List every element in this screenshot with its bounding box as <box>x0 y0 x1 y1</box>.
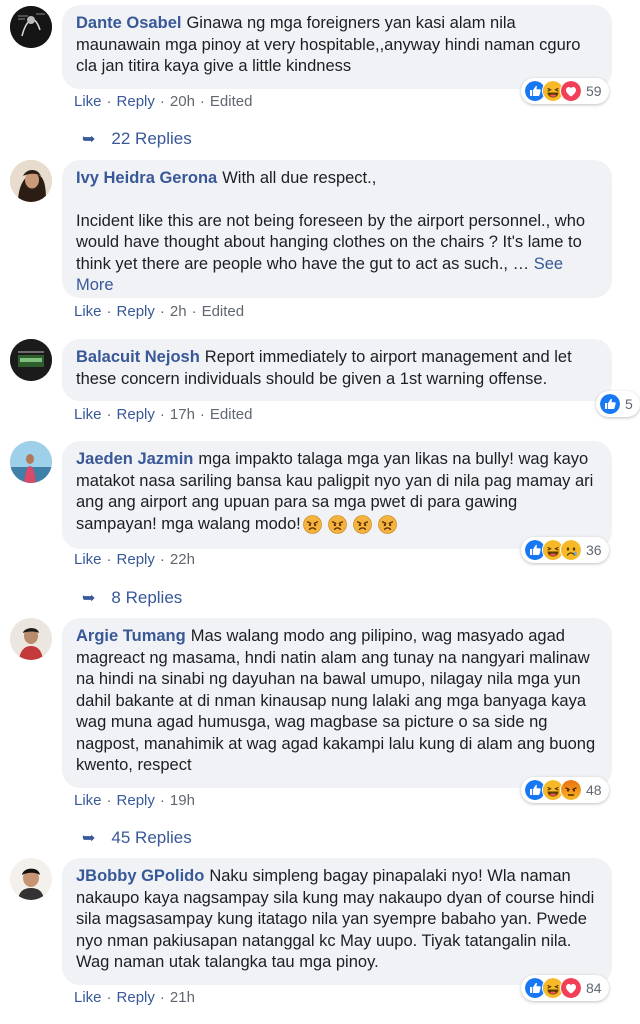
reactions-summary[interactable]: 36 <box>521 537 609 563</box>
comment-bubble: Jaeden Jazmin mga impakto talaga mga yan … <box>62 441 612 549</box>
like-link[interactable]: Like <box>74 303 102 320</box>
emoji-group <box>303 515 403 534</box>
comment-actions: Like · Reply · 21h <box>74 989 195 1006</box>
commenter-name[interactable]: Jaeden Jazmin <box>76 450 193 468</box>
reaction-count: 84 <box>586 980 602 996</box>
reply-link[interactable]: Reply <box>117 792 155 809</box>
timestamp[interactable]: 21h <box>170 989 195 1006</box>
view-replies-link[interactable]: ➥ 22 Replies <box>82 127 192 151</box>
avatar[interactable] <box>10 160 52 202</box>
replies-label: 8 Replies <box>111 588 183 607</box>
timestamp[interactable]: 17h <box>170 406 195 423</box>
reply-arrow-icon: ➥ <box>82 131 96 148</box>
avatar[interactable] <box>10 618 52 660</box>
reply-link[interactable]: Reply <box>117 303 155 320</box>
replies-label: 45 Replies <box>111 828 192 847</box>
comment-text: Mas walang modo ang pilipino, wag masyad… <box>76 627 596 774</box>
reply-link[interactable]: Reply <box>117 406 155 423</box>
timestamp[interactable]: 20h <box>170 93 195 110</box>
comment-actions: Like · Reply · 2h · Edited <box>74 303 245 320</box>
commenter-name[interactable]: JBobby GPolido <box>76 867 204 885</box>
like-link[interactable]: Like <box>74 989 102 1006</box>
commenter-name[interactable]: Balacuit Nejosh <box>76 348 200 366</box>
like-link[interactable]: Like <box>74 93 102 110</box>
love-icon <box>560 977 582 999</box>
comment-bubble: Dante Osabel Ginawa ng mga foreigners yan… <box>62 5 612 89</box>
reaction-count: 59 <box>586 83 602 99</box>
love-icon <box>560 80 582 102</box>
reactions-summary[interactable]: 84 <box>521 975 609 1001</box>
commenter-name[interactable]: Argie Tumang <box>76 627 186 645</box>
reply-link[interactable]: Reply <box>117 93 155 110</box>
commenter-name[interactable]: Ivy Heidra Gerona <box>76 169 217 187</box>
avatar[interactable] <box>10 6 52 48</box>
angry-emoji <box>353 515 372 534</box>
avatar[interactable] <box>10 339 52 381</box>
commenter-name[interactable]: Dante Osabel <box>76 14 181 32</box>
like-icon <box>599 393 621 415</box>
like-link[interactable]: Like <box>74 551 102 568</box>
reactions-summary[interactable]: 48 <box>521 777 609 803</box>
view-replies-link[interactable]: ➥ 45 Replies <box>82 826 192 850</box>
sad-icon <box>560 539 582 561</box>
comment-bubble: Argie Tumang Mas walang modo ang pilipino… <box>62 618 612 788</box>
edited-label[interactable]: Edited <box>202 303 245 320</box>
angry-emoji <box>328 515 347 534</box>
reactions-summary[interactable]: 5 <box>596 391 640 417</box>
timestamp[interactable]: 22h <box>170 551 195 568</box>
comment-actions: Like · Reply · 19h <box>74 792 195 809</box>
reply-link[interactable]: Reply <box>117 989 155 1006</box>
reply-arrow-icon: ➥ <box>82 830 96 847</box>
edited-label[interactable]: Edited <box>210 93 253 110</box>
reaction-count: 48 <box>586 782 602 798</box>
comment-text-continued: Incident like this are not being foresee… <box>76 211 586 273</box>
angry-emoji <box>378 515 397 534</box>
reply-arrow-icon: ➥ <box>82 590 96 607</box>
comment-bubble: Ivy Heidra Gerona With all due respect., … <box>62 160 612 298</box>
comment-actions: Like · Reply · 17h · Edited <box>74 406 253 423</box>
reply-link[interactable]: Reply <box>117 551 155 568</box>
comment-bubble: Balacuit Nejosh Report immediately to air… <box>62 339 612 401</box>
replies-label: 22 Replies <box>111 129 192 148</box>
timestamp[interactable]: 2h <box>170 303 187 320</box>
comment-actions: Like · Reply · 22h <box>74 551 195 568</box>
avatar[interactable] <box>10 858 52 900</box>
reaction-count: 36 <box>586 542 602 558</box>
avatar[interactable] <box>10 441 52 483</box>
reactions-summary[interactable]: 59 <box>521 78 609 104</box>
view-replies-link[interactable]: ➥ 8 Replies <box>82 586 182 610</box>
edited-label[interactable]: Edited <box>210 406 253 423</box>
comment-text: With all due respect., <box>222 169 377 187</box>
comment-bubble: JBobby GPolido Naku simpleng bagay pinapa… <box>62 858 612 985</box>
reaction-count: 5 <box>625 396 633 412</box>
angry-emoji <box>303 515 322 534</box>
like-link[interactable]: Like <box>74 792 102 809</box>
like-link[interactable]: Like <box>74 406 102 423</box>
timestamp[interactable]: 19h <box>170 792 195 809</box>
comment-actions: Like · Reply · 20h · Edited <box>74 93 253 110</box>
angry-icon <box>560 779 582 801</box>
